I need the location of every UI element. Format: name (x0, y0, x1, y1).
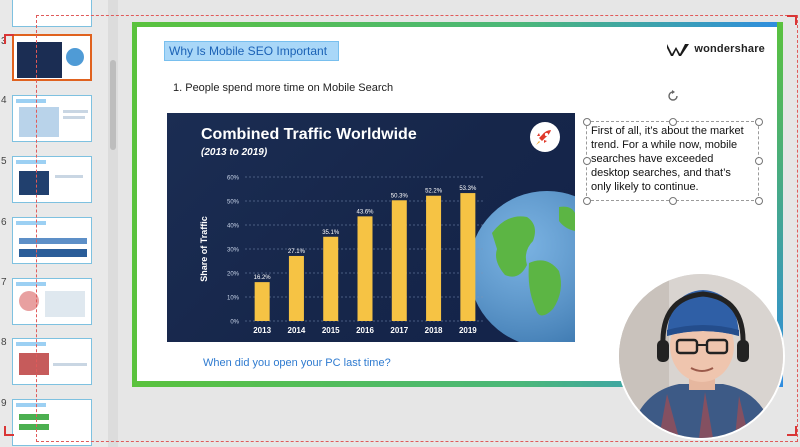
slide-title[interactable]: Why Is Mobile SEO Important (164, 41, 339, 61)
slide-number: 9 (1, 398, 7, 409)
question-text[interactable]: When did you open your PC last time? (203, 357, 391, 369)
resize-handle[interactable] (583, 118, 591, 126)
bar-2014 (288, 255, 304, 321)
rocket-icon (536, 130, 551, 145)
globe-icon (469, 191, 575, 342)
bar-2016 (357, 216, 373, 321)
x-tick-label: 2017 (390, 326, 408, 335)
chart-subtitle: (2013 to 2019) (201, 147, 268, 158)
x-tick-label: 2019 (459, 326, 477, 335)
y-tick-label: 20% (227, 272, 240, 278)
bullet-point[interactable]: 1. People spend more time on Mobile Sear… (173, 82, 393, 94)
bar-2018 (426, 195, 442, 321)
slide-thumbnail-8[interactable] (12, 338, 92, 385)
bar-value-label: 27.1% (288, 249, 306, 255)
thumbnail-scrollbar[interactable] (108, 0, 118, 447)
slide-thumbnail-6[interactable] (12, 217, 92, 264)
x-tick-label: 2013 (253, 326, 271, 335)
wondershare-logo-icon (667, 44, 690, 56)
y-tick-label: 0% (230, 320, 239, 326)
slide-number: 6 (1, 217, 7, 228)
slide-number: 8 (1, 337, 7, 348)
slide-thumbnail-2[interactable] (12, 0, 92, 27)
resize-handle[interactable] (669, 118, 677, 126)
bar-value-label: 43.6% (356, 209, 374, 215)
x-tick-label: 2016 (356, 326, 374, 335)
y-axis-label: Share of Traffic (199, 216, 209, 282)
rocket-badge (530, 122, 560, 152)
slide-thumbnail-3[interactable] (12, 34, 92, 81)
webcam-overlay[interactable] (617, 272, 785, 440)
resize-handle[interactable] (583, 197, 591, 205)
bar-value-label: 52.2% (425, 189, 443, 195)
y-tick-label: 50% (227, 200, 240, 206)
resize-handle[interactable] (755, 157, 763, 165)
frame-corner (787, 15, 797, 25)
resize-handle[interactable] (755, 197, 763, 205)
bar-2017 (391, 200, 407, 321)
resize-handle[interactable] (669, 197, 677, 205)
frame-corner (4, 34, 14, 44)
y-tick-label: 60% (227, 176, 240, 182)
bar-2013 (254, 282, 270, 321)
slide-number: 5 (1, 156, 7, 167)
slide-thumbnail-9[interactable] (12, 399, 92, 446)
slide-thumbnail-4[interactable] (12, 95, 92, 142)
bar-value-label: 35.1% (322, 230, 340, 236)
y-tick-label: 40% (227, 224, 240, 230)
slide-thumbnail-5[interactable] (12, 156, 92, 203)
y-tick-label: 30% (227, 248, 240, 254)
bar-2015 (323, 236, 339, 321)
slide-thumbnail-7[interactable] (12, 278, 92, 325)
frame-corner (787, 426, 797, 436)
traffic-infographic[interactable]: Share of Traffic 0% 10% 20% 30% 40% 50% 60% 16.… (167, 113, 575, 342)
frame-corner (4, 426, 14, 436)
y-tick-label: 10% (227, 296, 240, 302)
selected-text-box[interactable]: First of all, it’s about the market tren… (586, 121, 759, 201)
x-tick-label: 2018 (425, 326, 443, 335)
slide-thumbnail-pane[interactable]: 3 4 5 6 7 8 9 (0, 0, 109, 447)
slide-number: 7 (1, 277, 7, 288)
bar-value-label: 16.2% (254, 275, 272, 281)
bar-2019 (460, 193, 476, 321)
slide-number: 4 (1, 95, 7, 106)
wondershare-logo: wondershare (667, 42, 765, 56)
x-tick-label: 2015 (322, 326, 340, 335)
x-tick-label: 2014 (288, 326, 306, 335)
presenter-video (619, 274, 783, 438)
resize-handle[interactable] (755, 118, 763, 126)
resize-handle[interactable] (583, 157, 591, 165)
bar-value-label: 53.3% (459, 186, 477, 192)
bar-value-label: 50.3% (391, 193, 409, 199)
rotate-handle-icon[interactable] (666, 89, 680, 103)
logo-text: wondershare (694, 43, 765, 55)
chart-title: Combined Traffic Worldwide (201, 126, 417, 143)
